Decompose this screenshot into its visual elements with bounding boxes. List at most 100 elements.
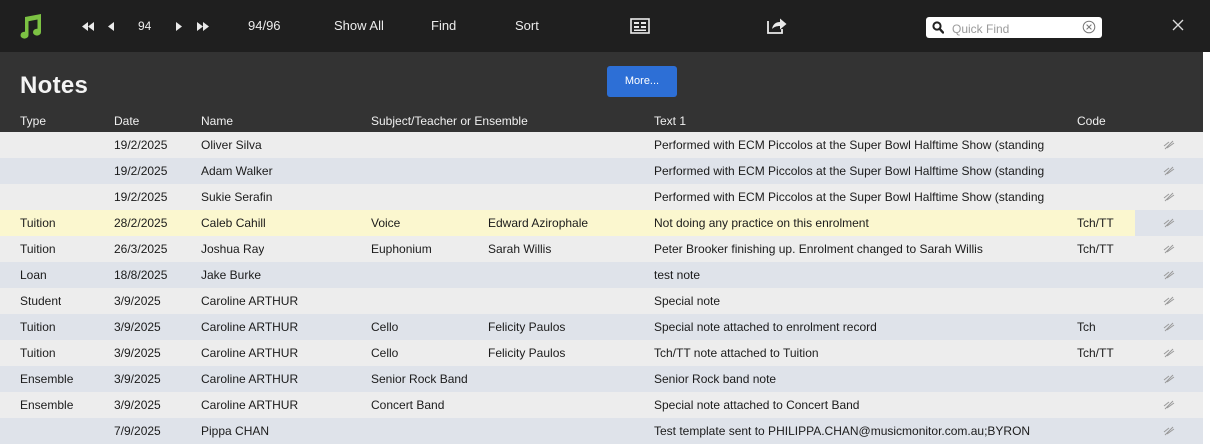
column-header-text1[interactable]: Text 1 (654, 114, 686, 128)
text-cell: Performed with ECM Piccolos at the Super… (654, 164, 1045, 178)
clear-search-icon[interactable] (1082, 20, 1096, 34)
text-cell: Tch/TT note attached to Tuition (654, 346, 819, 360)
find-button[interactable]: Find (431, 0, 456, 52)
list-view-icon[interactable] (630, 18, 650, 34)
table-row[interactable]: 19/2/2025 Oliver Silva Performed with EC… (0, 132, 1203, 158)
teacher-cell: Felicity Paulos (488, 320, 566, 334)
link-icon[interactable] (1163, 270, 1175, 280)
date-cell: 3/9/2025 (114, 346, 161, 360)
link-icon[interactable] (1163, 348, 1175, 358)
table-row[interactable]: Ensemble 3/9/2025 Caroline ARTHUR Concer… (0, 392, 1203, 418)
link-icon[interactable] (1163, 140, 1175, 150)
text-cell: Special note attached to Concert Band (654, 398, 860, 412)
date-cell: 19/2/2025 (114, 138, 168, 152)
show-all-button[interactable]: Show All (334, 0, 384, 52)
link-cell[interactable] (1135, 236, 1203, 262)
link-cell[interactable] (1135, 158, 1203, 184)
table-row[interactable]: 19/2/2025 Adam Walker Performed with ECM… (0, 158, 1203, 184)
music-note-icon[interactable] (18, 12, 44, 40)
name-cell: Caroline ARTHUR (201, 398, 299, 412)
date-cell: 18/8/2025 (114, 268, 168, 282)
link-icon[interactable] (1163, 166, 1175, 176)
close-icon[interactable] (1171, 18, 1185, 32)
name-cell: Sukie Serafin (201, 190, 273, 204)
name-cell: Caroline ARTHUR (201, 294, 299, 308)
type-cell: Student (20, 294, 62, 308)
name-cell: Oliver Silva (201, 138, 262, 152)
table-row[interactable]: Tuition 3/9/2025 Caroline ARTHUR Cello F… (0, 340, 1203, 366)
last-record-icon[interactable] (197, 22, 209, 31)
quick-find-input[interactable] (950, 19, 1074, 38)
quick-find-box[interactable] (926, 17, 1102, 38)
column-header-subject[interactable]: Subject/Teacher or Ensemble (371, 114, 528, 128)
type-cell: Ensemble (20, 398, 74, 412)
link-icon[interactable] (1163, 400, 1175, 410)
link-icon[interactable] (1163, 296, 1175, 306)
link-icon[interactable] (1163, 218, 1175, 228)
link-cell[interactable] (1135, 366, 1203, 392)
first-record-icon[interactable] (82, 22, 94, 31)
name-cell: Pippa CHAN (201, 424, 270, 438)
layout-header: Notes More... Type Date Name Subject/Tea… (0, 52, 1203, 132)
link-cell[interactable] (1135, 184, 1203, 210)
table-row-selected[interactable]: Tuition 28/2/2025 Caleb Cahill Voice Edw… (0, 210, 1203, 236)
table-row[interactable]: 7/9/2025 Pippa CHAN Test template sent t… (0, 418, 1203, 444)
link-cell[interactable] (1135, 132, 1203, 158)
name-cell: Caroline ARTHUR (201, 320, 299, 334)
table-row[interactable]: Tuition 3/9/2025 Caroline ARTHUR Cello F… (0, 314, 1203, 340)
column-header-type[interactable]: Type (20, 114, 46, 128)
name-cell: Jake Burke (201, 268, 262, 282)
table-row[interactable]: Tuition 26/3/2025 Joshua Ray Euphonium S… (0, 236, 1203, 262)
date-cell: 28/2/2025 (114, 216, 168, 230)
link-cell[interactable] (1135, 418, 1203, 444)
share-icon[interactable] (766, 17, 788, 35)
text-cell: test note (654, 268, 701, 282)
name-cell: Caroline ARTHUR (201, 346, 299, 360)
link-cell[interactable] (1135, 262, 1203, 288)
link-cell[interactable] (1135, 340, 1203, 366)
link-cell[interactable] (1135, 288, 1203, 314)
link-cell[interactable] (1135, 392, 1203, 418)
table-row[interactable]: Loan 18/8/2025 Jake Burke test note (0, 262, 1203, 288)
sort-button[interactable]: Sort (515, 0, 539, 52)
link-icon[interactable] (1163, 244, 1175, 254)
column-header-code[interactable]: Code (1077, 114, 1106, 128)
code-cell: Tch/TT (1077, 346, 1114, 360)
type-cell: Tuition (20, 242, 56, 256)
code-cell: Tch/TT (1077, 242, 1114, 256)
date-cell: 3/9/2025 (114, 320, 161, 334)
teacher-cell: Sarah Willis (488, 242, 552, 256)
record-position: 94/96 (248, 18, 281, 33)
date-cell: 26/3/2025 (114, 242, 168, 256)
code-cell: Tch/TT (1077, 216, 1114, 230)
next-record-icon[interactable] (176, 22, 182, 31)
name-cell: Adam Walker (201, 164, 273, 178)
subject-cell: Cello (371, 320, 399, 334)
subject-cell: Voice (371, 216, 401, 230)
date-cell: 3/9/2025 (114, 372, 161, 386)
date-cell: 3/9/2025 (114, 398, 161, 412)
column-header-date[interactable]: Date (114, 114, 139, 128)
name-cell: Caleb Cahill (201, 216, 266, 230)
subject-cell: Cello (371, 346, 399, 360)
name-cell: Joshua Ray (201, 242, 265, 256)
column-header-name[interactable]: Name (201, 114, 233, 128)
type-cell: Tuition (20, 320, 56, 334)
table-row[interactable]: Student 3/9/2025 Caroline ARTHUR Special… (0, 288, 1203, 314)
subject-cell: Concert Band (371, 398, 445, 412)
record-number-field[interactable]: 94 (138, 0, 151, 52)
link-icon[interactable] (1163, 192, 1175, 202)
link-icon[interactable] (1163, 322, 1175, 332)
table-row[interactable]: Ensemble 3/9/2025 Caroline ARTHUR Senior… (0, 366, 1203, 392)
link-cell[interactable] (1135, 314, 1203, 340)
date-cell: 19/2/2025 (114, 164, 168, 178)
text-cell: Special note (654, 294, 721, 308)
link-icon[interactable] (1163, 374, 1175, 384)
type-cell: Tuition (20, 346, 56, 360)
more-button[interactable]: More... (607, 66, 677, 97)
previous-record-icon[interactable] (108, 22, 114, 31)
table-row[interactable]: 19/2/2025 Sukie Serafin Performed with E… (0, 184, 1203, 210)
teacher-cell: Edward Azirophale (488, 216, 589, 230)
link-cell[interactable] (1135, 210, 1203, 236)
text-cell: Senior Rock band note (654, 372, 777, 386)
